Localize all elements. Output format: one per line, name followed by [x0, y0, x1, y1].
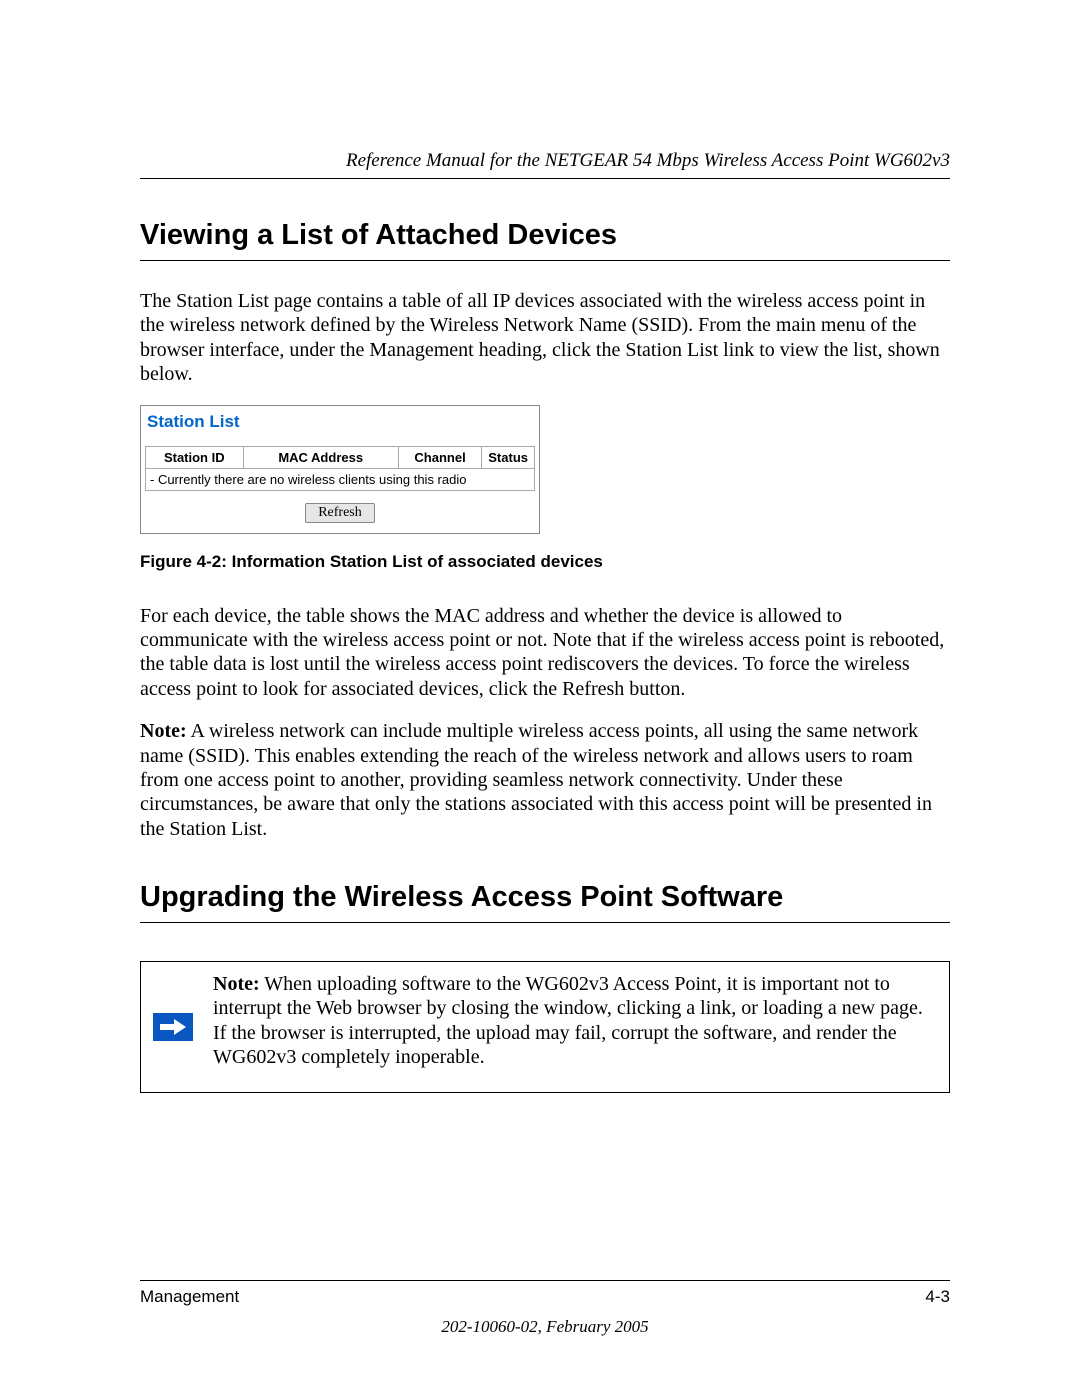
- refresh-button-wrap: Refresh: [141, 503, 539, 533]
- station-list-title: Station List: [141, 406, 539, 446]
- station-list-screenshot: Station List Station ID MAC Address Chan…: [140, 405, 540, 534]
- col-mac-address: MAC Address: [243, 446, 398, 468]
- note-text-inline: A wireless network can include multiple …: [140, 720, 932, 840]
- header-rule: [140, 178, 950, 179]
- footer-page-number: 4-3: [925, 1287, 950, 1307]
- note-label-inline: Note:: [140, 720, 187, 742]
- running-header: Reference Manual for the NETGEAR 54 Mbps…: [140, 150, 950, 172]
- arrow-right-icon: [153, 1013, 193, 1041]
- note-box: Note: When uploading software to the WG6…: [140, 961, 950, 1093]
- note-box-body: When uploading software to the WG602v3 A…: [213, 973, 923, 1068]
- footer-section-name: Management: [140, 1287, 239, 1307]
- note-icon-cell: [141, 962, 205, 1092]
- page-footer: Management 4-3 202-10060-02, February 20…: [140, 1280, 950, 1337]
- table-header-row: Station ID MAC Address Channel Status: [146, 446, 535, 468]
- col-channel: Channel: [398, 446, 481, 468]
- footer-row: Management 4-3: [140, 1287, 950, 1307]
- paragraph: The Station List page contains a table o…: [140, 289, 950, 387]
- section-rule: [140, 260, 950, 261]
- footer-doc-id: 202-10060-02, February 2005: [140, 1317, 950, 1337]
- station-list-table: Station ID MAC Address Channel Status - …: [145, 446, 535, 491]
- note-box-label: Note:: [213, 973, 260, 995]
- refresh-button[interactable]: Refresh: [305, 503, 375, 523]
- figure-caption: Figure 4-2: Information Station List of …: [140, 552, 950, 572]
- footer-rule: [140, 1280, 950, 1281]
- empty-row-text: - Currently there are no wireless client…: [146, 468, 535, 490]
- note-box-text: Note: When uploading software to the WG6…: [205, 962, 949, 1092]
- page: Reference Manual for the NETGEAR 54 Mbps…: [0, 0, 1080, 1397]
- section-rule: [140, 922, 950, 923]
- paragraph-note: Note: A wireless network can include mul…: [140, 719, 950, 841]
- col-status: Status: [482, 446, 535, 468]
- section-heading-attached-devices: Viewing a List of Attached Devices: [140, 219, 950, 252]
- paragraph: For each device, the table shows the MAC…: [140, 604, 950, 702]
- section-heading-upgrade: Upgrading the Wireless Access Point Soft…: [140, 881, 950, 914]
- col-station-id: Station ID: [146, 446, 244, 468]
- table-row: - Currently there are no wireless client…: [146, 468, 535, 490]
